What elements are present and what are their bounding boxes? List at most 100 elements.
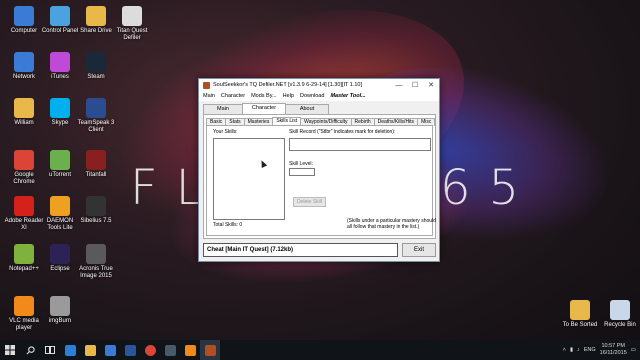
desktop-shortcut[interactable]: Share Drive [76, 6, 116, 35]
taskbar: ˄ ▮ ♪ ENG 10:57 PM 16/11/2015 ▭ [0, 340, 640, 360]
taskbar-edge[interactable] [60, 340, 80, 360]
desktop-shortcut[interactable]: Google Chrome [4, 150, 44, 186]
desktop-shortcut[interactable]: Network [4, 52, 44, 81]
vlc-icon [14, 296, 34, 316]
tab-character[interactable]: Character [242, 103, 286, 114]
menu-bar: Main Character Mods By... Help Download … [199, 91, 439, 101]
delete-skill-button[interactable]: Delete Skill [293, 197, 326, 207]
desktop-shortcut[interactable]: To Be Sorted [560, 300, 600, 329]
chrome-icon [14, 150, 34, 170]
menu-mods-by[interactable]: Mods By... [251, 93, 277, 99]
folder-icon [86, 6, 106, 26]
desktop-shortcut-label: Titanfall [85, 172, 107, 178]
user-folder-icon [14, 98, 34, 118]
titanfall-icon [86, 150, 106, 170]
mouse-cursor [258, 159, 268, 168]
steam-icon [164, 344, 176, 356]
desktop-shortcut[interactable]: Adobe Reader XI [4, 196, 44, 232]
system-tray: ˄ ▮ ♪ ENG 10:57 PM 16/11/2015 ▭ [563, 343, 640, 357]
desktop-shortcut-label: TeamSpeak 3 Client [77, 120, 115, 133]
clock[interactable]: 10:57 PM 16/11/2015 [600, 343, 627, 357]
store-icon [104, 344, 116, 356]
tab-about[interactable]: About [285, 104, 329, 114]
skill-record-label: Skill Record ("Stlbr" indicates mark for… [289, 129, 396, 135]
desktop-shortcut-label: Titan Quest Defiler [116, 28, 148, 41]
start-button[interactable] [0, 340, 20, 360]
desktop-shortcut-label: Computer [10, 28, 38, 34]
chrome-icon [144, 344, 156, 356]
language-indicator[interactable]: ENG [584, 347, 596, 353]
network-icon [14, 52, 34, 72]
notifications-icon[interactable]: ▭ [631, 347, 636, 353]
file-explorer-icon [84, 344, 96, 356]
desktop-shortcut[interactable]: Control Panel [40, 6, 80, 35]
control-panel-icon [50, 6, 70, 26]
desktop-shortcut[interactable]: Recycle Bin [600, 300, 640, 329]
desktop-shortcut[interactable]: Eclipse [40, 244, 80, 273]
skills-listbox[interactable] [213, 138, 285, 220]
recycle-bin-icon [610, 300, 630, 320]
teamspeak-icon [86, 98, 106, 118]
task-view-button[interactable] [40, 340, 60, 360]
desktop-shortcut[interactable]: iTunes [40, 52, 80, 81]
volume-icon[interactable]: ♪ [577, 347, 580, 353]
desktop-shortcut[interactable]: Titan Quest Defiler [112, 6, 152, 42]
menu-main[interactable]: Main [203, 93, 215, 99]
maximize-button[interactable]: ☐ [407, 79, 423, 91]
menu-character[interactable]: Character [221, 93, 245, 99]
menu-download[interactable]: Download [300, 93, 324, 99]
taskbar-chrome[interactable] [140, 340, 160, 360]
desktop-shortcut[interactable]: DAEMON Tools Lite [40, 196, 80, 232]
desktop-shortcut[interactable]: VLC media player [4, 296, 44, 332]
taskbar-store[interactable] [100, 340, 120, 360]
desktop-shortcut[interactable]: imgBurn [40, 296, 80, 325]
taskbar-explorer[interactable] [80, 340, 100, 360]
network-tray-icon[interactable]: ▮ [570, 347, 573, 353]
tab-main[interactable]: Main [203, 104, 243, 114]
desktop-shortcut[interactable]: Steam [76, 52, 116, 81]
task-view-icon [45, 346, 55, 354]
desktop-shortcut[interactable]: Sibelius 7.5 [76, 196, 116, 225]
desktop-shortcut-label: Steam [87, 74, 105, 80]
desktop-shortcut-label: Notepad++ [9, 266, 39, 272]
minimize-button[interactable]: — [391, 79, 407, 91]
desktop-shortcut[interactable]: Notepad++ [4, 244, 44, 273]
desktop-shortcut[interactable]: William [4, 98, 44, 127]
desktop-shortcut[interactable]: Acronis True Image 2015 [76, 244, 116, 280]
window-title: SoulSeekkor's TQ Defiler.NET [v1.3.9 6-2… [213, 82, 363, 88]
desktop-shortcut-label: Adobe Reader XI [4, 218, 44, 231]
desktop-shortcut-label: Acronis True Image 2015 [79, 266, 113, 279]
desktop-shortcut-label: Network [12, 74, 35, 80]
menu-master-tool[interactable]: Master Tool... [330, 93, 365, 99]
title-bar[interactable]: SoulSeekkor's TQ Defiler.NET [v1.3.9 6-2… [199, 79, 439, 91]
word-icon [124, 344, 136, 356]
desktop-shortcut[interactable]: Titanfall [76, 150, 116, 179]
adobe-reader-icon [14, 196, 34, 216]
exit-button[interactable]: Exit [402, 243, 436, 257]
tray-chevron-icon[interactable]: ˄ [563, 347, 566, 353]
taskbar-word[interactable] [120, 340, 140, 360]
desktop-shortcut[interactable]: uTorrent [40, 150, 80, 179]
skill-level-label: Skill Level: [289, 161, 313, 167]
menu-help[interactable]: Help [283, 93, 294, 99]
desktop-shortcut[interactable]: TeamSpeak 3 Client [76, 98, 116, 134]
close-button[interactable]: ✕ [423, 79, 439, 91]
skill-level-field[interactable] [289, 168, 315, 176]
imgburn-icon [50, 296, 70, 316]
desktop-shortcut[interactable]: Computer [4, 6, 44, 35]
tq-defiler-window: SoulSeekkor's TQ Defiler.NET [v1.3.9 6-2… [198, 78, 440, 262]
desktop-shortcut-label: William [14, 120, 34, 126]
taskbar-vlc[interactable] [180, 340, 200, 360]
clock-date: 16/11/2015 [599, 350, 627, 356]
app-icon [203, 81, 210, 89]
skype-icon [50, 98, 70, 118]
folder-icon [570, 300, 590, 320]
desktop-shortcut[interactable]: Skype [40, 98, 80, 127]
your-skills-label: Your Skills: [213, 129, 238, 135]
skill-record-field[interactable] [289, 138, 431, 151]
acronis-icon [86, 244, 106, 264]
taskbar-tq-defiler[interactable] [200, 340, 220, 360]
search-button[interactable] [20, 340, 40, 360]
taskbar-steam[interactable] [160, 340, 180, 360]
desktop-shortcut-label: imgBurn [48, 318, 72, 324]
